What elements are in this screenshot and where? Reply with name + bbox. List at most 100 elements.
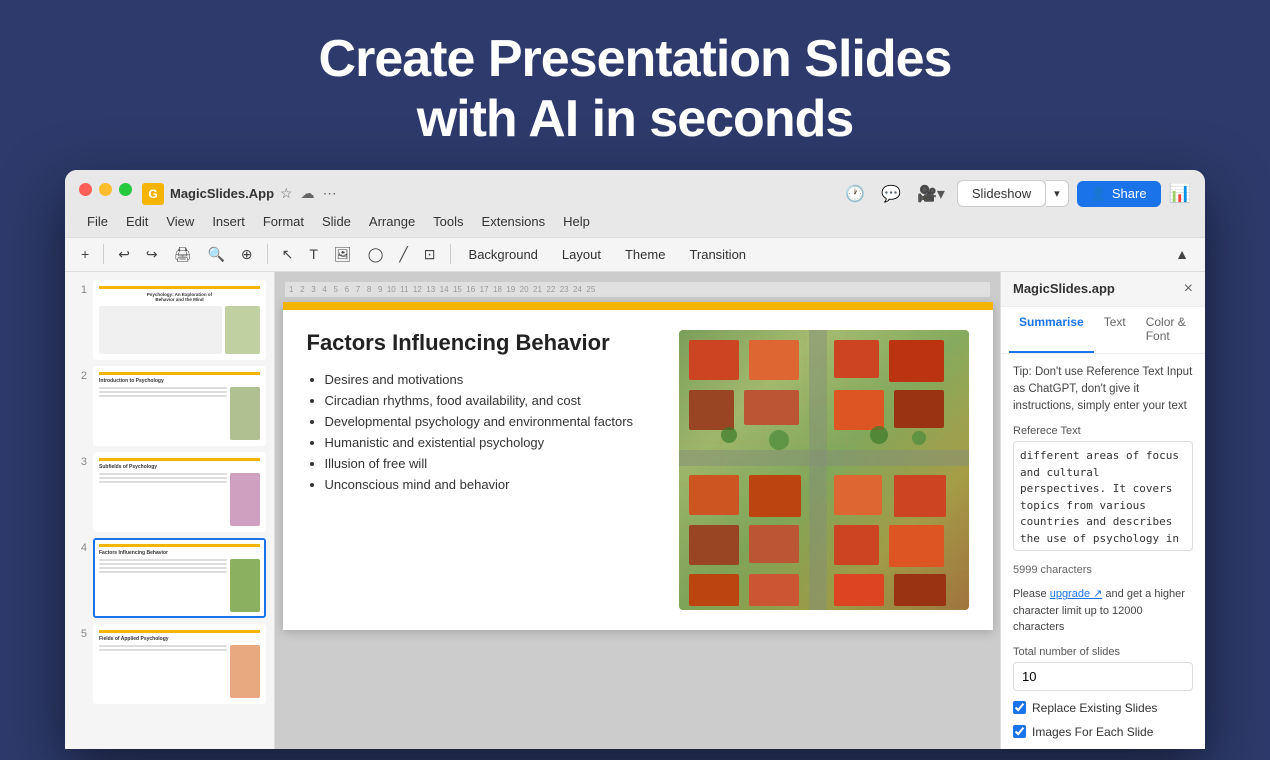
toolbar-sep-2 <box>267 244 268 264</box>
slide-num-1: 1 <box>73 284 87 296</box>
menu-tools[interactable]: Tools <box>425 212 471 231</box>
toolbar-zoom-out[interactable]: 🔍 <box>201 242 230 267</box>
tab-text[interactable]: Text <box>1094 307 1136 353</box>
slide-text-area: Factors Influencing Behavior Desires and… <box>307 330 659 492</box>
slide-thumb-3[interactable]: 3 Subfields of Psychology <box>73 452 266 532</box>
slide-top-bar <box>283 302 993 310</box>
slide-heading: Factors Influencing Behavior <box>307 330 659 356</box>
images-checkbox[interactable] <box>1013 725 1026 738</box>
toolbar-theme[interactable]: Theme <box>615 243 675 266</box>
toolbar-lines[interactable]: ╱ <box>393 242 413 267</box>
replace-slides-label: Replace Existing Slides <box>1032 701 1157 715</box>
char-count: 5999 characters <box>1013 564 1193 576</box>
chart-icon-button[interactable]: 📊 <box>1169 183 1191 204</box>
slide-num-5: 5 <box>73 628 87 640</box>
slide-num-3: 3 <box>73 456 87 468</box>
maximize-button[interactable] <box>119 183 132 196</box>
slide-img-5: Fields of Applied Psychology <box>93 624 266 704</box>
slideshow-control: Slideshow ▾ <box>957 180 1069 207</box>
title-right-controls: 🕐 💬 🎥▾ Slideshow ▾ 👤 Share 📊 <box>841 180 1191 208</box>
replace-slides-checkbox[interactable] <box>1013 701 1026 714</box>
toolbar-zoom-in[interactable]: ⊕ <box>235 242 259 267</box>
slideshow-button[interactable]: Slideshow <box>957 180 1046 207</box>
ref-textarea[interactable]: different areas of focus and cultural pe… <box>1013 441 1193 551</box>
toolbar-sep-3 <box>450 244 451 264</box>
app-icon: G <box>142 183 164 205</box>
menu-view[interactable]: View <box>158 212 202 231</box>
comments-button[interactable]: 💬 <box>877 180 905 208</box>
hero-section: Create Presentation Slides with AI in se… <box>0 0 1270 170</box>
title-bar: G MagicSlides.App ☆ ☁ ⋯ 🕐 💬 🎥▾ Slideshow… <box>65 170 1205 208</box>
toolbar-undo[interactable]: ↩ <box>112 242 136 267</box>
close-button[interactable] <box>79 183 92 196</box>
ref-label: Referece Text <box>1013 425 1193 437</box>
side-panel: MagicSlides.app × Summarise Text Color &… <box>1000 272 1205 749</box>
camera-button[interactable]: 🎥▾ <box>913 180 949 208</box>
slide-body: Factors Influencing Behavior Desires and… <box>283 310 993 630</box>
menu-arrange[interactable]: Arrange <box>361 212 423 231</box>
toolbar-sep-1 <box>103 244 104 264</box>
ruler-horizontal: 1 2 3 4 5 6 7 8 9 10 11 12 13 14 15 16 1… <box>285 282 990 298</box>
bullet-6: Unconscious mind and behavior <box>325 477 659 492</box>
menu-insert[interactable]: Insert <box>204 212 253 231</box>
minimize-button[interactable] <box>99 183 112 196</box>
side-panel-title: MagicSlides.app <box>1013 281 1115 296</box>
history-button[interactable]: 🕐 <box>841 180 869 208</box>
share-button[interactable]: 👤 Share <box>1077 181 1161 207</box>
checkbox-replace: Replace Existing Slides <box>1013 701 1193 715</box>
menu-format[interactable]: Format <box>255 212 312 231</box>
hero-title: Create Presentation Slides with AI in se… <box>20 30 1250 150</box>
main-content: 1 Psychology: An Exploration ofBehavior … <box>65 272 1205 749</box>
slideshow-dropdown-button[interactable]: ▾ <box>1046 180 1069 207</box>
side-content: Tip: Don't use Reference Text Input as C… <box>1001 354 1205 749</box>
toolbar-collapse[interactable]: ▲ <box>1169 242 1195 266</box>
menu-slide[interactable]: Slide <box>314 212 359 231</box>
side-panel-close[interactable]: × <box>1184 280 1193 298</box>
menu-edit[interactable]: Edit <box>118 212 156 231</box>
toolbar-redo[interactable]: ↪ <box>140 242 164 267</box>
bullet-2: Circadian rhythms, food availability, an… <box>325 393 659 408</box>
bullet-4: Humanistic and existential psychology <box>325 435 659 450</box>
toolbar-text[interactable]: T <box>303 242 324 266</box>
toolbar-cursor[interactable]: ↖ <box>276 242 300 267</box>
toolbar-more[interactable]: ⊡ <box>418 242 442 267</box>
slide-photo <box>679 330 969 610</box>
slide-img-2: Introduction to Psychology <box>93 366 266 446</box>
window-controls <box>79 183 132 196</box>
slide-thumb-5[interactable]: 5 Fields of Applied Psychology <box>73 624 266 704</box>
toolbar-image[interactable]: 🖼 <box>328 242 358 267</box>
editor-area: 1 2 3 4 5 6 7 8 9 10 11 12 13 14 15 16 1… <box>275 272 1000 749</box>
slides-input[interactable] <box>1013 662 1193 691</box>
menu-bar: File Edit View Insert Format Slide Arran… <box>65 208 1205 237</box>
app-window: G MagicSlides.App ☆ ☁ ⋯ 🕐 💬 🎥▾ Slideshow… <box>65 170 1205 749</box>
star-icon: ☆ <box>280 185 293 202</box>
menu-file[interactable]: File <box>79 212 116 231</box>
cloud-icon: ☁ <box>301 185 315 202</box>
tab-color-font[interactable]: Color & Font <box>1136 307 1197 353</box>
toolbar-layout[interactable]: Layout <box>552 243 611 266</box>
more-icon: ⋯ <box>323 185 337 202</box>
toolbar-background[interactable]: Background <box>459 243 548 266</box>
share-icon: 👤 <box>1091 186 1107 202</box>
slide-thumb-4[interactable]: 4 Factors Influencing Behavior <box>73 538 266 618</box>
toolbar-print[interactable]: 🖨 <box>168 242 198 267</box>
slide-bullets: Desires and motivations Circadian rhythm… <box>307 372 659 492</box>
menu-help[interactable]: Help <box>555 212 598 231</box>
toolbar-shapes[interactable]: ◯ <box>362 242 390 267</box>
ref-section: Referece Text different areas of focus a… <box>1013 425 1193 554</box>
upgrade-link[interactable]: upgrade ↗ <box>1050 588 1103 600</box>
toolbar-transition[interactable]: Transition <box>679 243 756 266</box>
slide-img-4: Factors Influencing Behavior <box>93 538 266 618</box>
slide-thumb-2[interactable]: 2 Introduction to Psychology <box>73 366 266 446</box>
tip-box: Tip: Don't use Reference Text Input as C… <box>1013 364 1193 416</box>
slide-thumb-1[interactable]: 1 Psychology: An Exploration ofBehavior … <box>73 280 266 360</box>
side-panel-header: MagicSlides.app × <box>1001 272 1205 307</box>
toolbar-add[interactable]: + <box>75 242 95 266</box>
menu-extensions[interactable]: Extensions <box>474 212 554 231</box>
bullet-5: Illusion of free will <box>325 456 659 471</box>
images-label: Images For Each Slide <box>1032 725 1153 739</box>
tab-summarise[interactable]: Summarise <box>1009 307 1094 353</box>
toolbar: + ↩ ↪ 🖨 🔍 ⊕ ↖ T 🖼 ◯ ╱ ⊡ Background Layou… <box>65 237 1205 272</box>
slides-count-section: Total number of slides <box>1013 646 1193 691</box>
slide-canvas: Factors Influencing Behavior Desires and… <box>283 302 993 630</box>
